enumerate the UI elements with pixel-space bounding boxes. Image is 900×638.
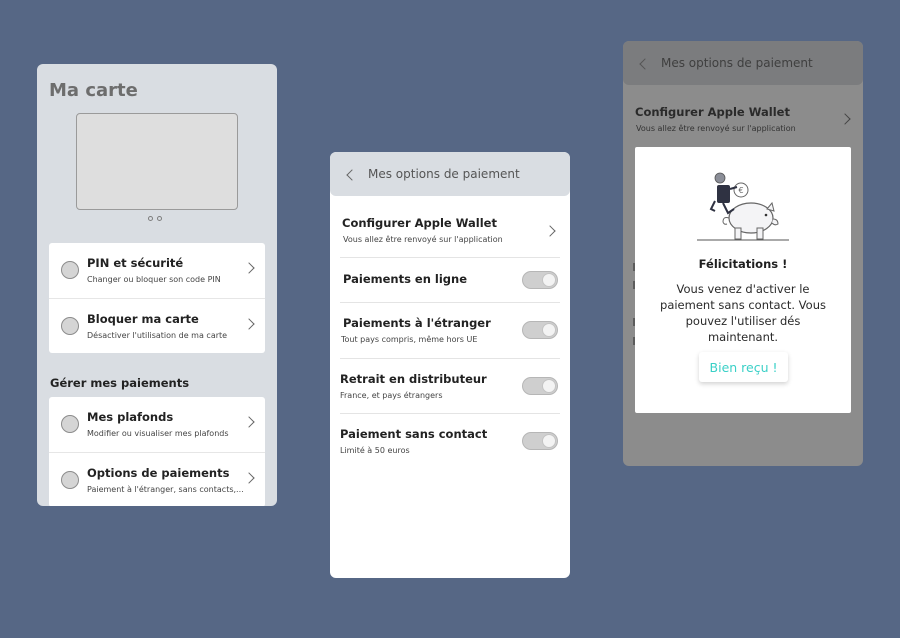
payment-options-screen: Mes options de paiement Configurer Apple… — [330, 152, 570, 578]
list-item-mes-plafonds[interactable]: Mes plafonds Modifier ou visualiser mes … — [49, 397, 265, 452]
confirm-button[interactable]: Bien reçu ! — [699, 352, 788, 382]
header-bar: Mes options de paiement — [623, 41, 863, 85]
list-item-options-paiements[interactable]: Options de paiements Paiement à l'étrang… — [49, 452, 265, 506]
carousel-dots — [148, 216, 162, 221]
card-image-placeholder — [76, 113, 238, 210]
chevron-right-icon — [544, 225, 556, 237]
header-title: Mes options de paiement — [661, 56, 813, 70]
toggle-switch[interactable] — [522, 377, 558, 395]
option-row-retrait-distributeur: Retrait en distributeur France, et pays … — [340, 363, 560, 418]
row-subtitle: Limité à 50 euros — [340, 446, 410, 455]
item-circle-icon — [61, 317, 79, 335]
toggle-knob — [542, 273, 556, 287]
row-label: Paiement sans contact — [340, 427, 488, 441]
list-item-subtitle: Modifier ou visualiser mes plafonds — [87, 429, 229, 438]
divider — [340, 413, 560, 414]
payments-group: Mes plafonds Modifier ou visualiser mes … — [49, 397, 265, 506]
list-item-subtitle: Paiement à l'étranger, sans contacts,... — [87, 485, 244, 494]
page-title: Ma carte — [49, 80, 138, 101]
toggle-switch[interactable] — [522, 271, 558, 289]
section-title: Gérer mes paiements — [50, 376, 190, 390]
row-label: Configurer Apple Wallet — [635, 105, 790, 119]
row-label: Paiements en ligne — [343, 272, 468, 286]
header-bar: Mes options de paiement — [330, 152, 570, 196]
toggle-knob — [542, 323, 556, 337]
toggle-knob — [542, 379, 556, 393]
divider — [340, 358, 560, 359]
item-circle-icon — [61, 415, 79, 433]
card-settings-group: PIN et sécurité Changer ou bloquer son c… — [49, 243, 265, 353]
list-item-label: Bloquer ma carte — [87, 312, 199, 326]
svg-text:€: € — [739, 186, 744, 195]
row-subtitle: Vous allez être renvoyé sur l'applicatio… — [343, 235, 503, 244]
option-row-sans-contact: Paiement sans contact Limité à 50 euros — [340, 418, 560, 473]
list-item-label: Options de paiements — [87, 466, 230, 480]
chevron-right-icon — [243, 262, 255, 274]
item-circle-icon — [61, 471, 79, 489]
list-item-label: Mes plafonds — [87, 410, 174, 424]
modal-title: Félicitations ! — [698, 257, 788, 271]
chevron-right-icon — [243, 318, 255, 330]
row-label: Paiements à l'étranger — [343, 316, 491, 330]
back-chevron-icon[interactable] — [639, 58, 651, 70]
apple-wallet-row[interactable]: Configurer Apple Wallet Vous allez être … — [340, 207, 560, 262]
header-title: Mes options de paiement — [368, 167, 520, 181]
divider — [340, 257, 560, 258]
piggy-bank-illustration-icon: € — [697, 172, 789, 241]
chevron-right-icon — [839, 113, 851, 125]
list-item-subtitle: Changer ou bloquer son code PIN — [87, 275, 221, 284]
row-subtitle: Vous allez être renvoyé sur l'applicatio… — [636, 124, 796, 133]
ma-carte-screen: Ma carte PIN et sécurité Changer ou bloq… — [37, 64, 277, 506]
row-subtitle: France, et pays étrangers — [340, 391, 443, 400]
back-chevron-icon[interactable] — [346, 169, 358, 181]
modal-message: Vous venez d'activer le paiement sans co… — [660, 282, 826, 344]
list-item-pin-securite[interactable]: PIN et sécurité Changer ou bloquer son c… — [49, 243, 265, 298]
toggle-switch[interactable] — [522, 432, 558, 450]
divider — [340, 302, 560, 303]
carousel-dot[interactable] — [157, 216, 162, 221]
list-item-label: PIN et sécurité — [87, 256, 184, 270]
toggle-switch[interactable] — [522, 321, 558, 339]
chevron-right-icon — [243, 416, 255, 428]
toggle-knob — [542, 434, 556, 448]
row-label: Retrait en distributeur — [340, 372, 487, 386]
chevron-right-icon — [243, 472, 255, 484]
row-subtitle: Tout pays compris, même hors UE — [341, 335, 478, 344]
success-modal: € Félicitations ! Vous venez d'activer l… — [635, 147, 851, 413]
list-item-subtitle: Désactiver l'utilisation de ma carte — [87, 331, 228, 340]
carousel-dot[interactable] — [148, 216, 153, 221]
row-label: Configurer Apple Wallet — [342, 216, 497, 230]
option-row-paiements-etranger: Paiements à l'étranger Tout pays compris… — [340, 307, 560, 362]
list-item-bloquer-carte[interactable]: Bloquer ma carte Désactiver l'utilisatio… — [49, 298, 265, 353]
item-circle-icon — [61, 261, 79, 279]
